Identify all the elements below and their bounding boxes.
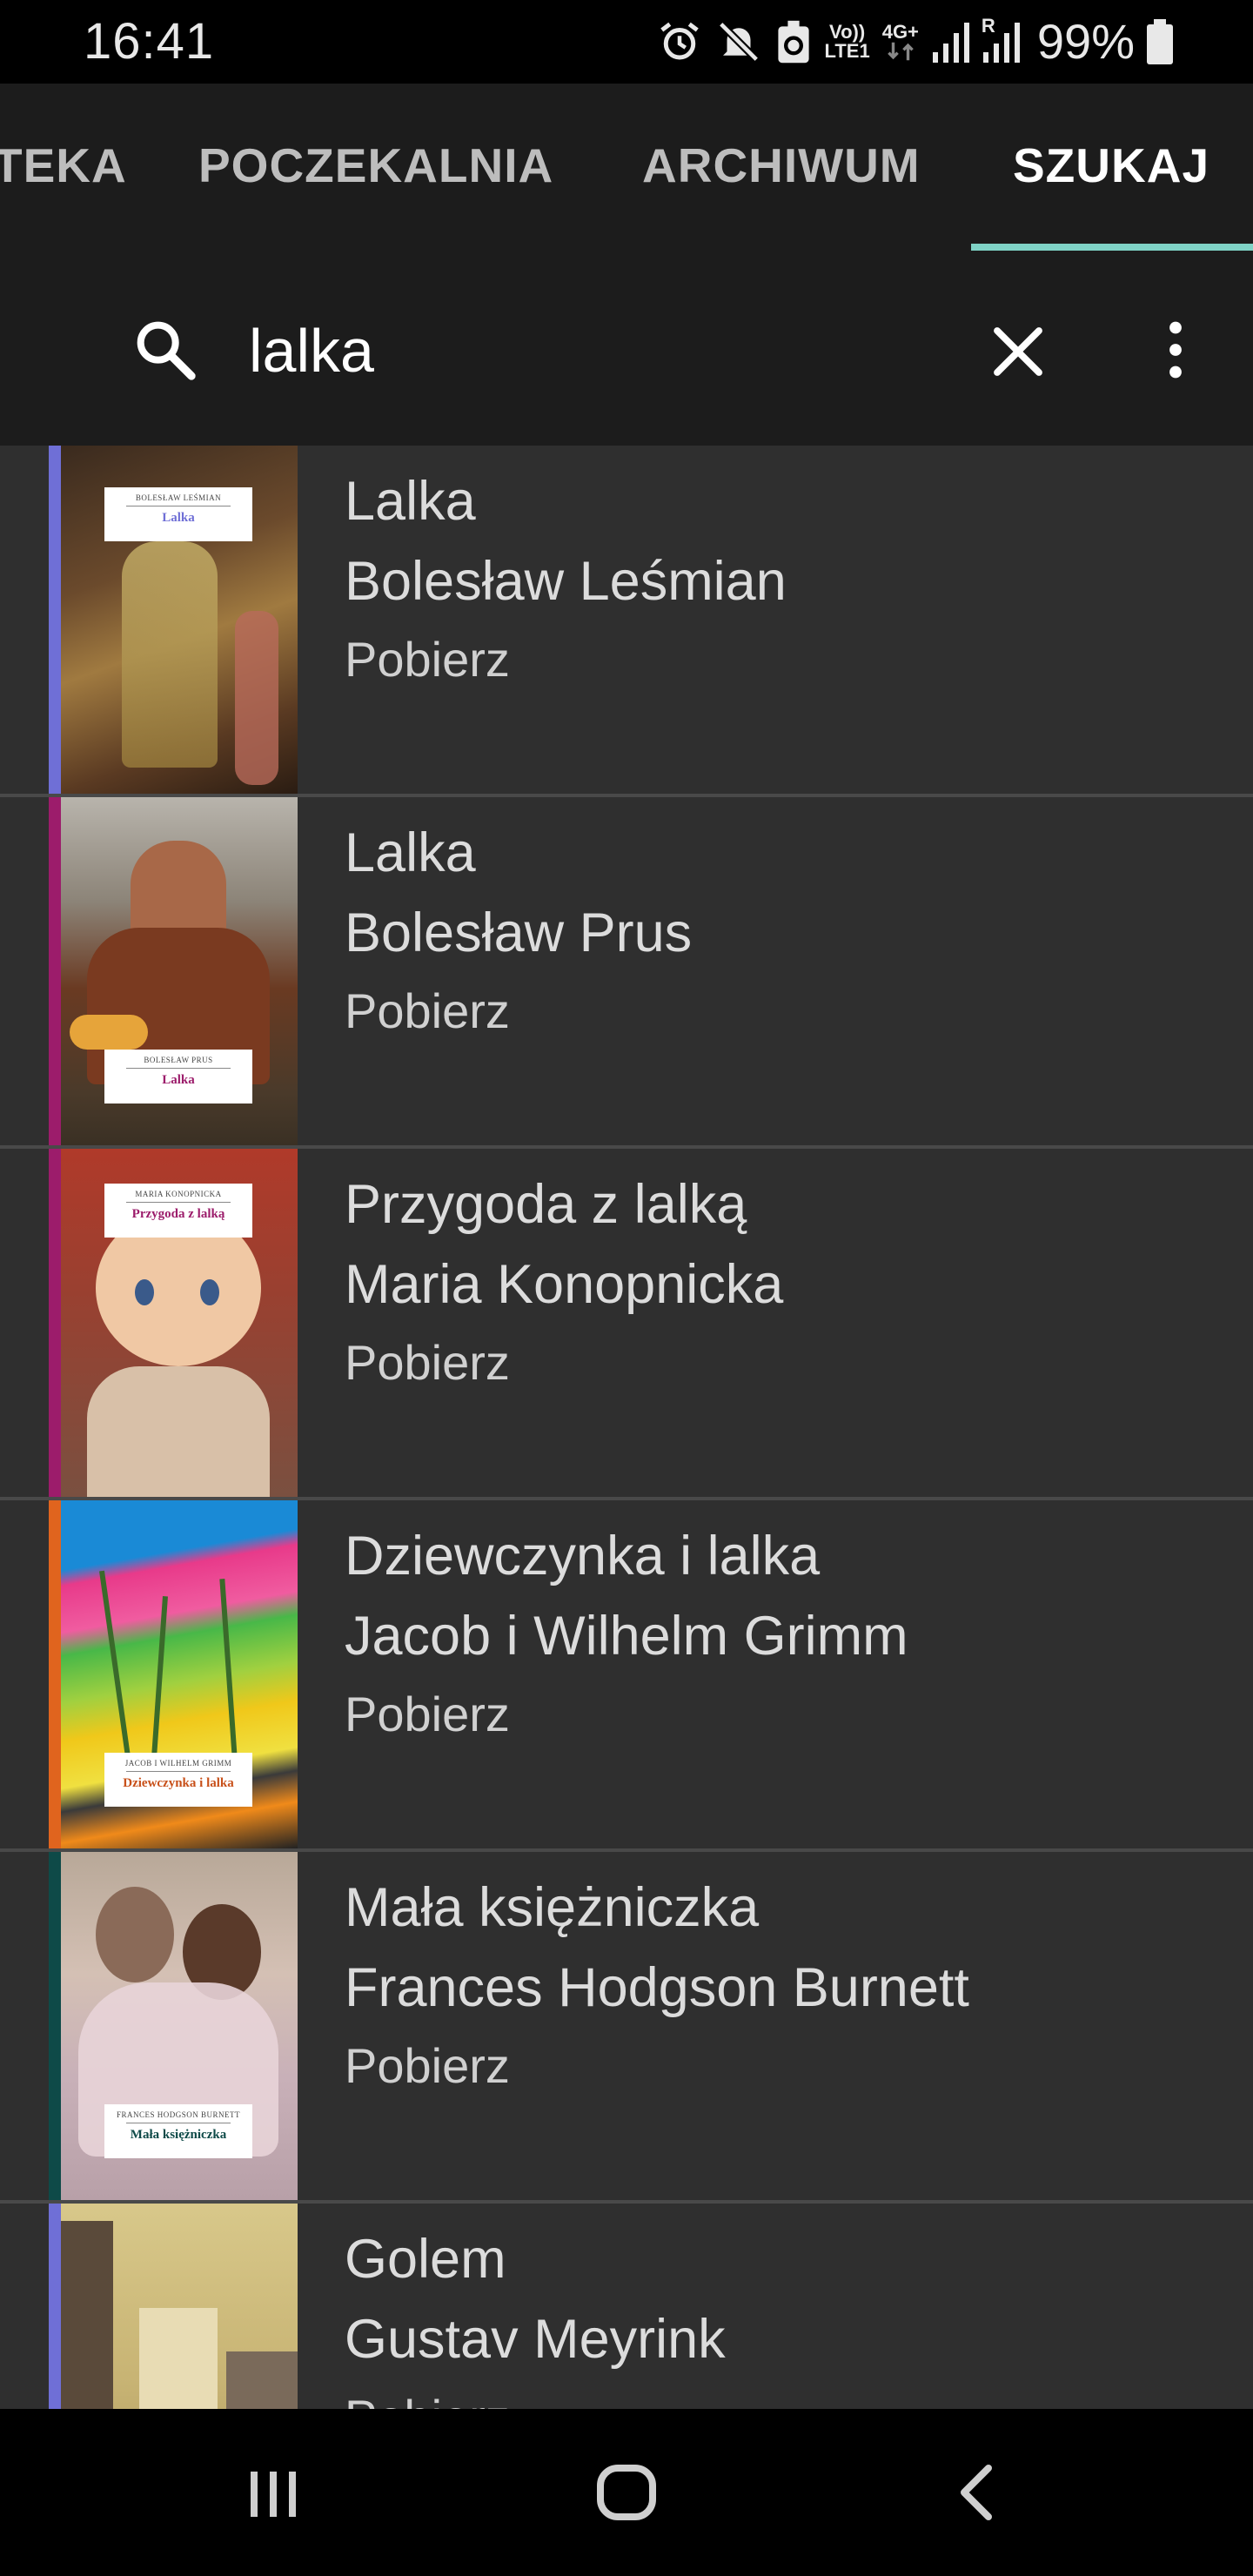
download-link[interactable]: Pobierz [345, 1676, 1232, 1753]
item-text: Przygoda z lalką Maria Konopnicka Pobier… [345, 1164, 1232, 1401]
item-title: Lalka [345, 471, 476, 532]
mute-icon [715, 18, 762, 65]
item-author: Frances Hodgson Burnett [345, 1957, 969, 2018]
tab-szukaj[interactable]: SZUKAJ [1013, 138, 1209, 193]
item-text: Lalka Bolesław Leśmian Pobierz [345, 461, 1232, 698]
cover-label: JACOB I WILHELM GRIMM Dziewczynka i lalk… [104, 1753, 252, 1807]
list-item[interactable]: BOLESŁAW LEŚMIAN Lalka Lalka Bolesław Le… [0, 446, 1253, 797]
accent-bar [49, 1149, 61, 1497]
download-link[interactable]: Pobierz [345, 621, 1232, 698]
accent-bar [49, 1500, 61, 1848]
download-link[interactable]: Pobierz [345, 2028, 1232, 2104]
signal-roaming-icon: R [982, 17, 1020, 64]
system-nav-bar [0, 2409, 1253, 2576]
status-icons: Vo)) LTE1 4G+ R 99% [656, 12, 1173, 71]
tab-teka[interactable]: TEKA [0, 138, 127, 193]
item-author: Bolesław Leśmian [345, 551, 787, 612]
item-author: Bolesław Prus [345, 902, 693, 963]
item-title: Lalka [345, 822, 476, 883]
list-item[interactable]: MARIA KONOPNICKA Przygoda z lalką Przygo… [0, 1149, 1253, 1500]
tab-indicator [971, 244, 1253, 251]
book-cover: JACOB I WILHELM GRIMM Dziewczynka i lalk… [61, 1500, 298, 1848]
battery-percent: 99% [1036, 14, 1135, 69]
accent-bar [49, 446, 61, 794]
list-item[interactable]: Golem Gustav Meyrink Pobierz [0, 2204, 1253, 2409]
item-title: Golem [345, 2229, 506, 2290]
signal-icon [931, 20, 969, 64]
cover-label: BOLESŁAW LEŚMIAN Lalka [104, 487, 252, 541]
tab-archiwum[interactable]: ARCHIWUM [642, 138, 921, 193]
item-title: Przygoda z lalką [345, 1174, 747, 1235]
item-text: Mała księżniczka Frances Hodgson Burnett… [345, 1868, 1232, 2104]
cover-label: MARIA KONOPNICKA Przygoda z lalką [104, 1184, 252, 1238]
search-input[interactable] [249, 315, 945, 386]
network-type-indicator: 4G+ [882, 23, 919, 61]
book-cover: MARIA KONOPNICKA Przygoda z lalką [61, 1149, 298, 1497]
volte-indicator: Vo)) LTE1 [824, 21, 870, 62]
cover-label: FRANCES HODGSON BURNETT Mała księżniczka [104, 2104, 252, 2158]
tab-poczekalnia[interactable]: POCZEKALNIA [198, 138, 553, 193]
accent-bar [49, 2204, 61, 2409]
back-icon[interactable] [950, 2458, 1002, 2532]
home-icon[interactable] [592, 2458, 661, 2532]
item-author: Maria Konopnicka [345, 1254, 784, 1315]
list-item[interactable]: JACOB I WILHELM GRIMM Dziewczynka i lalk… [0, 1500, 1253, 1852]
list-item[interactable]: BOLESŁAW PRUS Lalka Lalka Bolesław Prus … [0, 797, 1253, 1149]
battery-icon [1147, 19, 1173, 64]
cover-label: BOLESŁAW PRUS Lalka [104, 1050, 252, 1104]
search-results-list: BOLESŁAW LEŚMIAN Lalka Lalka Bolesław Le… [0, 446, 1253, 2409]
accent-bar [49, 1852, 61, 2200]
item-text: Lalka Bolesław Prus Pobierz [345, 813, 1232, 1050]
status-time: 16:41 [84, 13, 215, 70]
item-author: Gustav Meyrink [345, 2309, 726, 2370]
item-author: Jacob i Wilhelm Grimm [345, 1606, 908, 1667]
search-icon [131, 315, 200, 389]
alarm-icon [656, 18, 703, 65]
accent-bar [49, 797, 61, 1145]
tab-bar: TEKA POCZEKALNIA ARCHIWUM SZUKAJ [0, 84, 1253, 251]
item-text: Dziewczynka i lalka Jacob i Wilhelm Grim… [345, 1516, 1232, 1753]
download-link[interactable]: Pobierz [345, 2379, 1232, 2409]
item-title: Dziewczynka i lalka [345, 1526, 821, 1587]
recycle-icon [774, 18, 813, 65]
book-cover: FRANCES HODGSON BURNETT Mała księżniczka [61, 1852, 298, 2200]
book-cover: BOLESŁAW PRUS Lalka [61, 797, 298, 1145]
download-link[interactable]: Pobierz [345, 973, 1232, 1050]
recent-apps-icon[interactable] [245, 2458, 301, 2532]
item-title: Mała księżniczka [345, 1877, 760, 1938]
item-text: Golem Gustav Meyrink Pobierz [345, 2219, 1232, 2409]
list-item[interactable]: FRANCES HODGSON BURNETT Mała księżniczka… [0, 1852, 1253, 2204]
more-vert-icon[interactable] [1163, 315, 1189, 389]
status-bar: 16:41 Vo)) LTE1 4G+ R 99% [0, 0, 1253, 84]
close-icon[interactable] [987, 320, 1049, 387]
book-cover: BOLESŁAW LEŚMIAN Lalka [61, 446, 298, 794]
book-cover [61, 2204, 298, 2409]
download-link[interactable]: Pobierz [345, 1325, 1232, 1401]
